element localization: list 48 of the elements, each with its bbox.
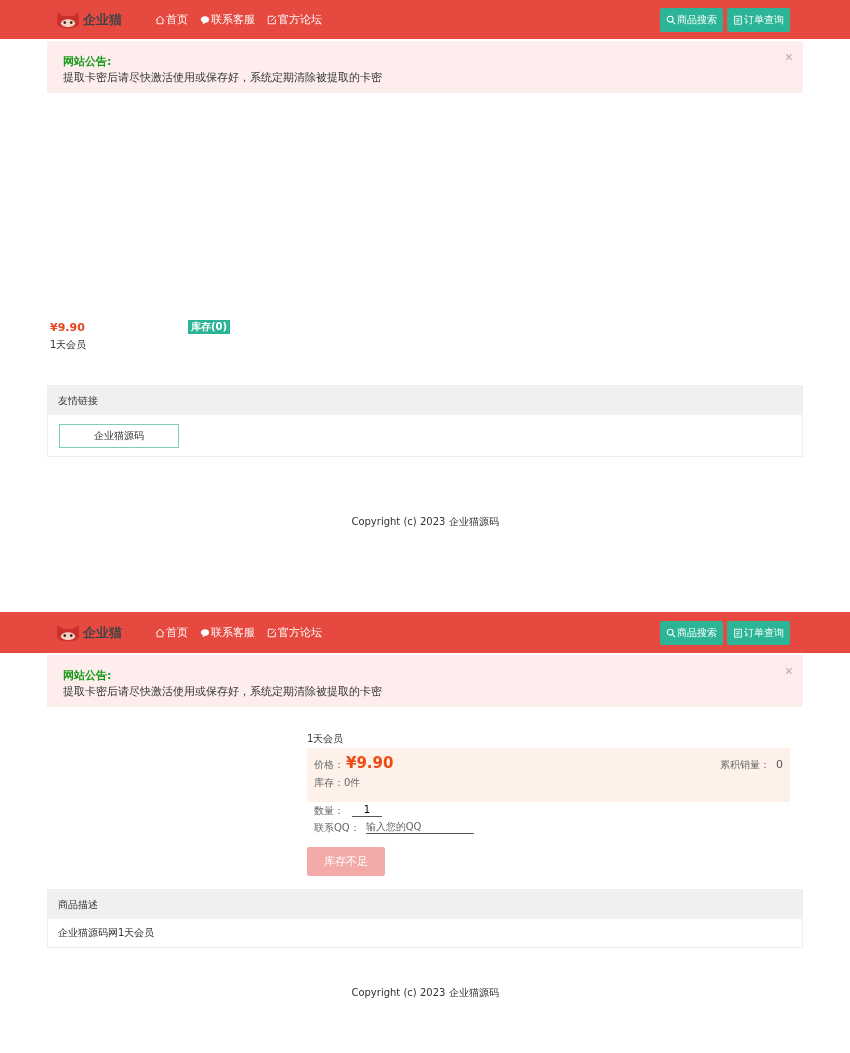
close-button[interactable]: × (784, 663, 793, 679)
nav-link[interactable]: 首页 (155, 625, 188, 640)
home-icon (155, 14, 165, 25)
nav-link[interactable]: 联系客服 (200, 12, 255, 27)
logo[interactable]: 企业猫 (55, 622, 155, 643)
nav-link[interactable]: 联系客服 (200, 625, 255, 640)
product-price: ¥9.90 (346, 754, 394, 772)
quantity-label: 数量： (314, 803, 344, 818)
panel-title: 商品描述 (58, 897, 98, 912)
clipboard-icon (733, 14, 743, 25)
search-icon (666, 14, 676, 25)
edit-icon (267, 14, 277, 25)
search-icon (666, 627, 676, 638)
header-button[interactable]: 订单查询 (727, 7, 790, 32)
stock-count: 0件 (344, 776, 361, 790)
close-button[interactable]: × (784, 49, 793, 65)
nav-link[interactable]: 官方论坛 (267, 12, 322, 27)
product-name[interactable]: 1天会员 (50, 338, 87, 352)
copyright-text: Copyright (c) 2023 企业猫源码 (351, 516, 499, 527)
nav-link[interactable]: 官方论坛 (267, 625, 322, 640)
stock-label: 库存： (314, 776, 344, 790)
sales-count: 0 (776, 758, 783, 771)
description-text: 企业猫源码网1天会员 (58, 926, 155, 940)
copyright-text: Copyright (c) 2023 企业猫源码 (351, 987, 499, 998)
sales-label: 累积销量： (720, 758, 770, 772)
edit-icon (267, 627, 277, 638)
announcement-title: 网站公告: (63, 54, 112, 69)
price-label: 价格： (314, 758, 344, 772)
qq-field[interactable]: 输入您的QQ (365, 821, 474, 834)
announcement-title: 网站公告: (63, 668, 112, 683)
product-price: ¥9.90 (50, 320, 85, 334)
qq-label: 联系QQ： (314, 820, 360, 835)
friend-link[interactable]: 企业猫源码 (59, 424, 179, 448)
quantity-field[interactable]: 1 (352, 804, 382, 817)
chat-bubble-icon (200, 627, 210, 638)
header-button[interactable]: 商品搜索 (660, 620, 723, 645)
nav-link[interactable]: 首页 (155, 12, 188, 27)
home-icon (155, 627, 165, 638)
header-button[interactable]: 商品搜索 (660, 7, 723, 32)
announcement-text: 提取卡密后请尽快激活使用或保存好，系统定期清除被提取的卡密 (63, 685, 382, 699)
clipboard-icon (733, 627, 743, 638)
chat-bubble-icon (200, 14, 210, 25)
header-button[interactable]: 订单查询 (727, 620, 790, 645)
announcement-text: 提取卡密后请尽快激活使用或保存好，系统定期清除被提取的卡密 (63, 71, 382, 85)
product-name: 1天会员 (307, 732, 344, 746)
panel-title: 友情链接 (58, 393, 98, 408)
logo[interactable]: 企业猫 (55, 9, 155, 30)
stock-badge: 库存(0) (187, 320, 230, 334)
